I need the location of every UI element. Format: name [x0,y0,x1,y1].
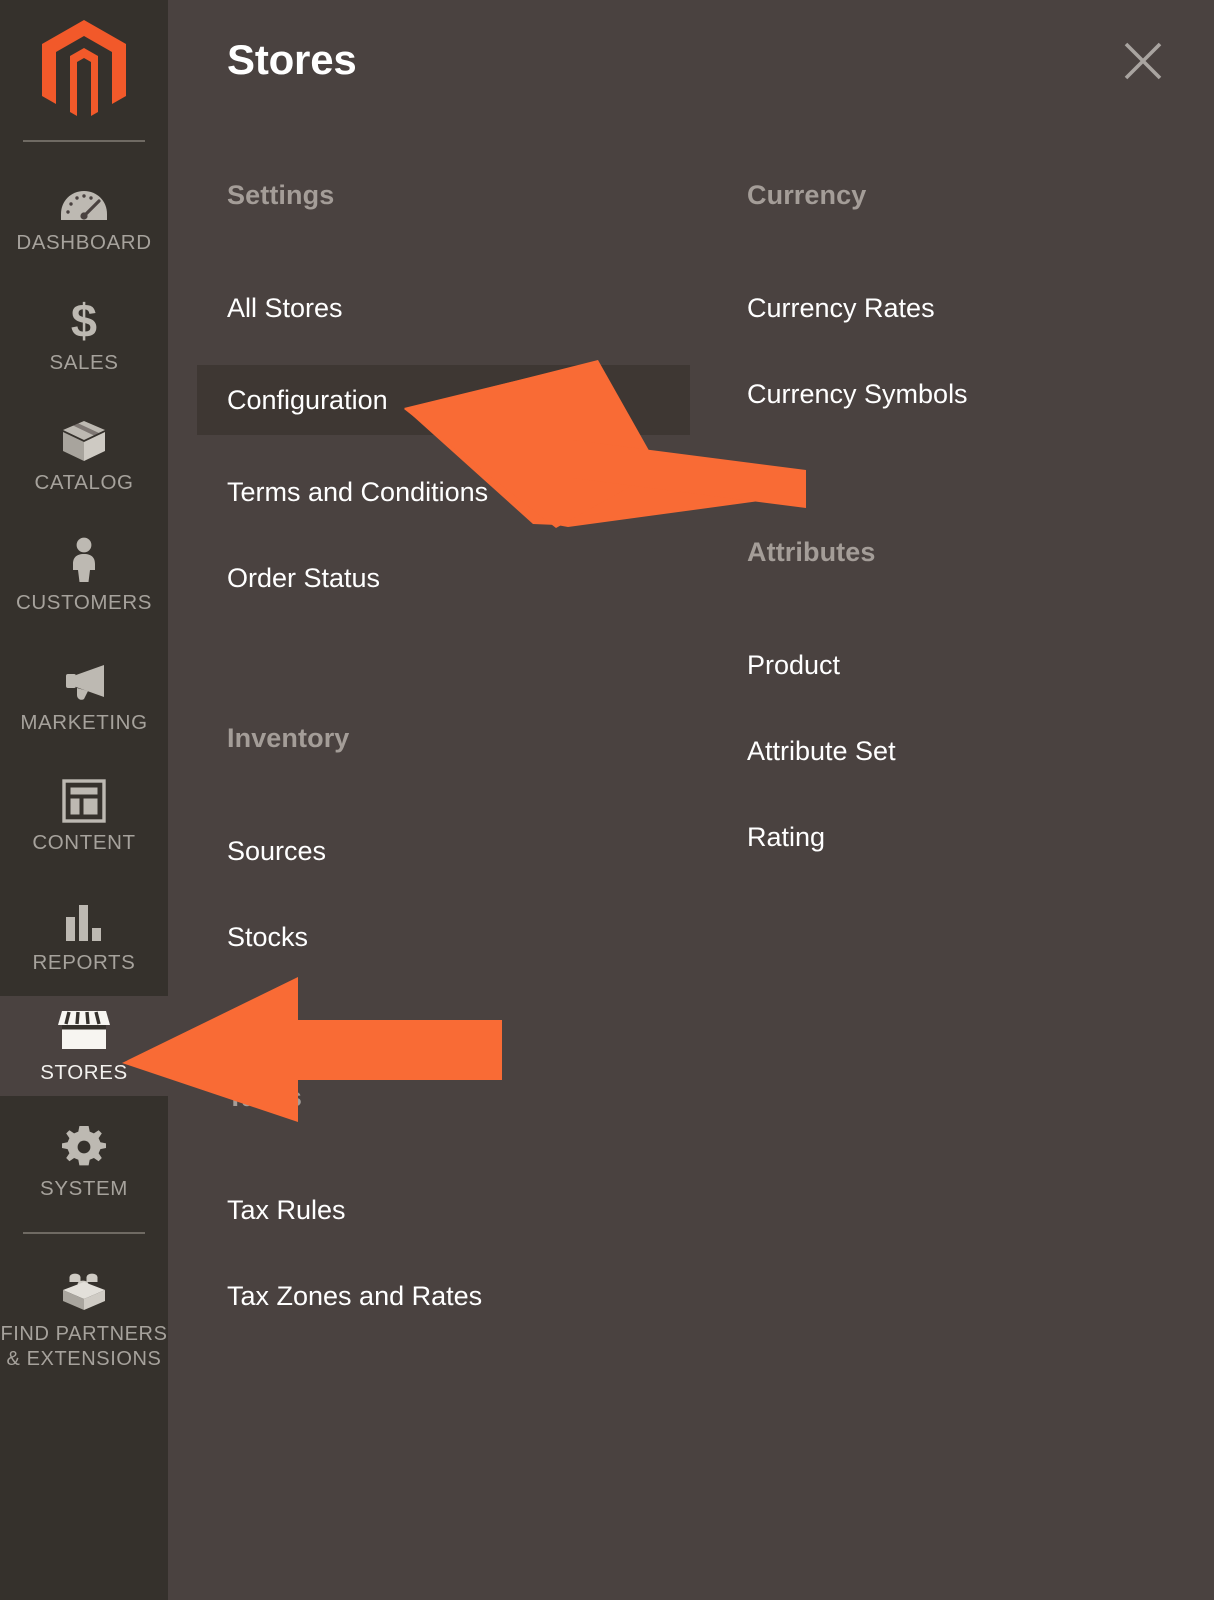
menu-link-currency-symbols[interactable]: Currency Symbols [747,379,968,410]
menu-row-tax-rules[interactable]: Tax Rules [197,1175,690,1245]
sidebar-item-label: REPORTS [32,951,136,975]
menu-group-title: Attributes [747,537,876,567]
stores-menu-panel: Stores Settings All Stores Configuration [168,0,1214,1600]
close-button[interactable] [1114,32,1172,90]
menu-column-right: Currency Currency Rates Currency Symbols… [747,180,1187,872]
menu-row-order-status[interactable]: Order Status [197,543,690,613]
sidebar-item-find-partners-extensions[interactable]: FIND PARTNERS & EXTENSIONS [0,1244,168,1394]
sidebar-item-label: STORES [40,1061,128,1085]
menu-group-title: Currency [747,180,867,210]
menu-link-tax-rules[interactable]: Tax Rules [227,1195,346,1226]
sidebar-item-label: SALES [49,351,119,375]
sidebar-item-system[interactable]: SYSTEM [0,1102,168,1222]
sidebar-item-label: CONTENT [32,831,136,855]
sidebar-item-stores[interactable]: STORES [0,996,168,1096]
sidebar-item-dashboard[interactable]: DASHBOARD [0,156,168,276]
menu-group-settings: Settings All Stores Configuration Terms … [197,180,707,613]
dashboard-gauge-icon [60,177,108,223]
menu-group-inventory: Inventory Sources Stocks [227,723,707,972]
storefront-icon [56,1007,112,1053]
menu-row-sources[interactable]: Sources [197,816,690,886]
layout-page-icon [62,777,106,823]
menu-link-attribute-set[interactable]: Attribute Set [747,736,896,767]
menu-group-attributes: Attributes Product Attribute Set Rating [747,537,1187,872]
sidebar-item-customers[interactable]: CUSTOMERS [0,516,168,636]
dollar-sign-icon: $ [68,297,100,343]
menu-row-rating[interactable]: Rating [717,802,1210,872]
puzzle-brick-icon [59,1267,109,1313]
menu-row-attribute-set[interactable]: Attribute Set [717,716,1210,786]
magento-admin-screen: DASHBOARD $ SALES CATALOG CUSTOMERS MARK… [0,0,1214,1600]
menu-row-currency-rates[interactable]: Currency Rates [717,273,1210,343]
sidebar-item-label: MARKETING [20,711,148,735]
menu-link-terms-and-conditions[interactable]: Terms and Conditions [227,477,488,508]
box-icon [61,417,107,463]
sidebar-divider [23,1232,145,1234]
menu-group-taxes: Taxes Tax Rules Tax Zones and Rates [227,1082,707,1331]
sidebar-item-catalog[interactable]: CATALOG [0,396,168,516]
sidebar-item-content[interactable]: CONTENT [0,756,168,876]
menu-row-all-stores[interactable]: All Stores [197,273,690,343]
sidebar-item-sales[interactable]: $ SALES [0,276,168,396]
menu-link-configuration[interactable]: Configuration [227,385,388,416]
menu-link-all-stores[interactable]: All Stores [227,293,343,324]
sidebar-item-marketing[interactable]: MARKETING [0,636,168,756]
sidebar-item-label: CATALOG [34,471,134,495]
menu-link-currency-rates[interactable]: Currency Rates [747,293,935,324]
svg-text:$: $ [71,297,97,343]
menu-column-left: Settings All Stores Configuration Terms … [197,180,707,1331]
menu-row-stocks[interactable]: Stocks [197,902,690,972]
sidebar-item-label: DASHBOARD [16,231,152,255]
person-icon [68,537,100,583]
menu-group-title: Inventory [227,723,350,753]
gear-icon [62,1123,106,1169]
menu-row-currency-symbols[interactable]: Currency Symbols [717,359,1210,429]
menu-link-sources[interactable]: Sources [227,836,326,867]
sidebar-item-label-line1: FIND PARTNERS [0,1322,168,1345]
magento-logo[interactable] [0,0,168,140]
menu-group-title: Settings [227,180,335,210]
menu-row-tax-zones-and-rates[interactable]: Tax Zones and Rates [197,1261,690,1331]
panel-header: Stores [168,0,1214,130]
menu-link-stocks[interactable]: Stocks [227,922,308,953]
megaphone-icon [60,657,108,703]
menu-link-order-status[interactable]: Order Status [227,563,380,594]
menu-row-terms-and-conditions[interactable]: Terms and Conditions [197,457,690,527]
sidebar-item-label: CUSTOMERS [15,591,152,615]
menu-row-product[interactable]: Product [717,630,1210,700]
close-icon [1124,42,1162,80]
menu-link-rating[interactable]: Rating [747,822,825,853]
page-title: Stores [227,36,357,83]
magento-logo-icon [42,20,126,116]
menu-link-tax-zones-and-rates[interactable]: Tax Zones and Rates [227,1281,482,1312]
menu-group-currency: Currency Currency Rates Currency Symbols [747,180,1187,429]
logo-divider [23,140,145,142]
admin-sidebar: DASHBOARD $ SALES CATALOG CUSTOMERS MARK… [0,0,168,1600]
sidebar-item-label-line2: & EXTENSIONS [6,1347,162,1370]
sidebar-item-reports[interactable]: REPORTS [0,876,168,996]
menu-row-configuration[interactable]: Configuration [197,365,690,435]
menu-group-title: Taxes [227,1082,303,1112]
sidebar-item-label: SYSTEM [40,1177,128,1201]
bar-chart-icon [64,897,104,943]
menu-link-product[interactable]: Product [747,650,840,681]
